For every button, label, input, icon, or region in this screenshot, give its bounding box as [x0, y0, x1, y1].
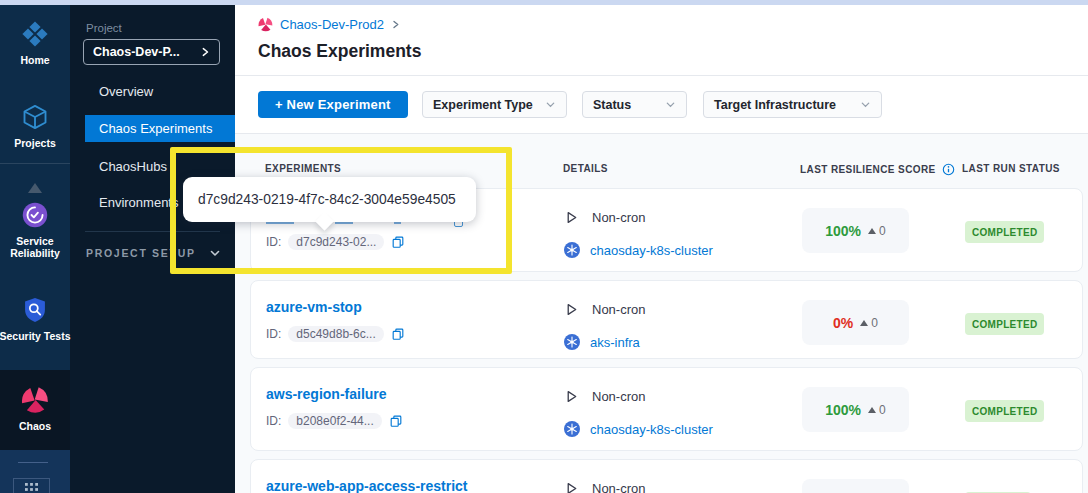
new-experiment-button[interactable]: + New Experiment	[258, 91, 408, 118]
experiment-name-link[interactable]: azure-web-app-access-restrict	[266, 478, 468, 493]
service-reliability-icon	[21, 201, 49, 229]
experiment-name-link[interactable]: azure-vm-stop	[266, 299, 362, 315]
rail-item-chaos[interactable]: Chaos	[0, 386, 70, 432]
experiment-id-row: ID: b208e0f2-44...	[266, 413, 403, 429]
schedule-cell: Non-cron	[564, 389, 645, 404]
schedule-cell: Non-cron	[564, 302, 645, 317]
project-label: Project	[86, 22, 122, 34]
breadcrumb-project-link[interactable]: Chaos-Dev-Prod2	[280, 17, 384, 32]
breadcrumb: Chaos-Dev-Prod2	[258, 17, 400, 32]
rail-item-home[interactable]: Home	[0, 20, 70, 66]
scroll-up-icon[interactable]	[28, 183, 42, 193]
status-badge: COMPLETED	[965, 313, 1044, 335]
column-header-run-status: LAST RUN STATUS	[962, 163, 1060, 174]
copy-icon[interactable]	[391, 327, 405, 341]
chaos-icon	[21, 386, 49, 414]
delta-up-icon	[860, 320, 868, 326]
chevron-down-icon	[860, 99, 871, 110]
column-header-details: DETAILS	[563, 163, 608, 174]
rail-bottom-section	[0, 450, 70, 493]
status-badge: COMPLETED	[965, 221, 1044, 243]
chevron-right-icon	[391, 20, 400, 29]
play-icon	[564, 389, 579, 404]
filter-experiment-type[interactable]: Experiment Type	[422, 91, 567, 118]
sidebar-item-chaos-experiments[interactable]: Chaos Experiments	[85, 115, 235, 142]
page-title: Chaos Experiments	[258, 41, 421, 62]
delta-up-icon	[868, 407, 876, 413]
filter-target-infrastructure[interactable]: Target Infrastructure	[703, 91, 882, 118]
delta-up-icon	[868, 228, 876, 234]
infrastructure-link[interactable]: aks-infra	[590, 335, 640, 350]
home-icon	[21, 20, 49, 48]
infra-cell: chaosday-k8s-cluster	[564, 421, 713, 437]
play-icon	[564, 210, 579, 225]
sidebar-item-overview[interactable]: Overview	[70, 77, 235, 105]
kubernetes-icon	[564, 421, 580, 437]
resilience-score-cell: 0% 0	[802, 300, 909, 345]
module-grid-cell[interactable]	[13, 478, 50, 493]
chaos-module-icon	[258, 17, 273, 32]
project-selector[interactable]: Chaos-Dev-P...	[83, 39, 220, 65]
grid-icon	[25, 483, 38, 493]
experiment-id-pill[interactable]: b208e0f2-44...	[288, 413, 381, 429]
infrastructure-link[interactable]: chaosday-k8s-cluster	[590, 243, 713, 258]
experiment-row: aws-region-failure ID: b208e0f2-44... No…	[250, 367, 1083, 451]
experiment-id-row: ID: d5c49d8b-6c...	[266, 326, 405, 342]
play-icon	[564, 481, 579, 493]
id-tooltip: d7c9d243-0219-4f7c-84c2-3004e59e4505	[183, 177, 476, 222]
chevron-right-icon	[200, 47, 210, 57]
experiment-id-pill[interactable]: d5c49d8b-6c...	[288, 326, 383, 342]
experiment-row: azure-vm-stop ID: d5c49d8b-6c... Non-cro…	[250, 280, 1083, 359]
rail-item-service-reliability[interactable]: Service Reliability	[0, 201, 70, 259]
module-rail: Home Projects Service Reliability Securi…	[0, 5, 70, 493]
projects-icon	[21, 103, 49, 131]
rail-label: Projects	[14, 137, 55, 149]
chaos-experiments-page: Home Projects Service Reliability Securi…	[0, 0, 1088, 493]
schedule-cell: Non-cron	[564, 210, 645, 225]
rail-item-projects[interactable]: Projects	[0, 103, 70, 149]
chevron-down-icon	[545, 99, 556, 110]
rail-item-security-tests[interactable]: Security Tests	[0, 296, 70, 342]
infra-cell: aks-infra	[564, 334, 640, 350]
copy-icon[interactable]	[389, 414, 403, 428]
project-selector-value: Chaos-Dev-P...	[93, 45, 196, 59]
resilience-score-cell: 100% 0	[802, 208, 909, 253]
rail-label: Chaos	[19, 420, 51, 432]
resilience-score-cell: 100% 0	[802, 387, 909, 432]
filter-status[interactable]: Status	[582, 91, 687, 118]
status-badge: COMPLETED	[965, 400, 1044, 422]
resilience-score-cell	[802, 479, 909, 493]
security-tests-icon	[21, 296, 49, 324]
experiment-row: azure-web-app-access-restrict Non-cron	[250, 459, 1083, 493]
info-icon[interactable]	[942, 163, 955, 176]
column-header-resilience-score: LAST RESILIENCE SCORE	[800, 163, 955, 176]
kubernetes-icon	[564, 334, 580, 350]
rail-bottom-divider	[18, 462, 48, 463]
kubernetes-icon	[564, 242, 580, 258]
rail-divider	[0, 163, 70, 164]
top-accent-strip	[0, 0, 1088, 5]
play-icon	[564, 302, 579, 317]
rail-label: Service Reliability	[4, 235, 66, 259]
header-divider	[235, 75, 1088, 76]
rail-label: Security Tests	[0, 330, 71, 342]
chevron-down-icon	[665, 99, 676, 110]
experiment-name-link[interactable]: aws-region-failure	[266, 386, 387, 402]
schedule-cell: Non-cron	[564, 481, 645, 493]
infra-cell: chaosday-k8s-cluster	[564, 242, 713, 258]
rail-label: Home	[20, 54, 49, 66]
infrastructure-link[interactable]: chaosday-k8s-cluster	[590, 422, 713, 437]
